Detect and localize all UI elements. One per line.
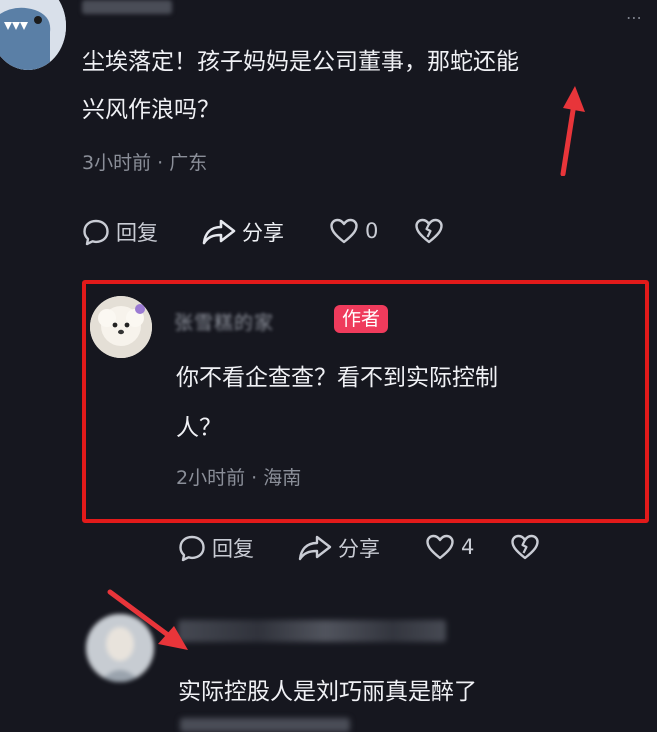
share-arrow-icon — [202, 219, 236, 245]
reply-avatar[interactable] — [90, 296, 152, 358]
reply-dislike-button[interactable] — [510, 533, 540, 561]
comment1-dislike-button[interactable] — [414, 217, 444, 245]
reply-meta: 2小时前 · 海南 — [176, 467, 302, 489]
comment1-username-blurred[interactable] — [82, 0, 172, 14]
comment1-share-button[interactable]: 分享 — [202, 217, 284, 247]
broken-heart-icon — [415, 218, 443, 244]
comment1-reply-button[interactable]: 回复 — [82, 217, 158, 247]
heart-outline-icon — [426, 534, 454, 560]
annotation-arrow-diagonal-icon — [107, 589, 188, 650]
poodle-avatar-icon — [90, 296, 152, 358]
comment1-like-button[interactable]: 0 — [329, 217, 378, 245]
heart-outline-icon — [330, 218, 358, 244]
comment1-like-count: 0 — [365, 219, 379, 243]
dinosaur-avatar-icon — [0, 0, 66, 70]
comment1-text-line2: 兴风作浪吗？ — [82, 97, 220, 123]
reply-reply-label: 回复 — [212, 537, 254, 561]
comment1-meta: 3小时前 · 广东 — [82, 152, 208, 174]
comment2-text-line1: 实际控股人是刘巧丽真是醉了 — [178, 679, 477, 705]
reply-share-button[interactable]: 分享 — [298, 533, 380, 563]
comment-bubble-icon — [83, 219, 109, 246]
comment2-meta-blurred — [180, 718, 350, 732]
author-badge: 作者 — [334, 305, 389, 333]
comment1-reply-label: 回复 — [116, 221, 158, 245]
comment1-share-label: 分享 — [242, 221, 284, 245]
reply-text-line1: 你不看企查查？看不到实际控制 — [176, 365, 498, 391]
comment-bubble-icon — [179, 535, 205, 562]
reply-text-line2: 人？ — [176, 415, 222, 441]
comment1-avatar[interactable] — [0, 0, 66, 70]
reply-username[interactable]: 张雪糕的家 — [174, 308, 274, 335]
reply-share-label: 分享 — [338, 537, 380, 561]
reply-like-button[interactable]: 4 — [425, 533, 474, 561]
broken-heart-icon — [511, 534, 539, 560]
share-arrow-icon — [298, 535, 332, 561]
more-options-icon[interactable]: ⋯ — [626, 8, 643, 27]
annotation-arrow-up-icon — [560, 86, 585, 176]
reply-like-count: 4 — [461, 535, 475, 559]
reply-reply-button[interactable]: 回复 — [178, 533, 254, 563]
comment1-text-line1: 尘埃落定！孩子妈妈是公司董事，那蛇还能 — [82, 49, 519, 75]
comment2-username-blurred[interactable] — [178, 620, 446, 642]
